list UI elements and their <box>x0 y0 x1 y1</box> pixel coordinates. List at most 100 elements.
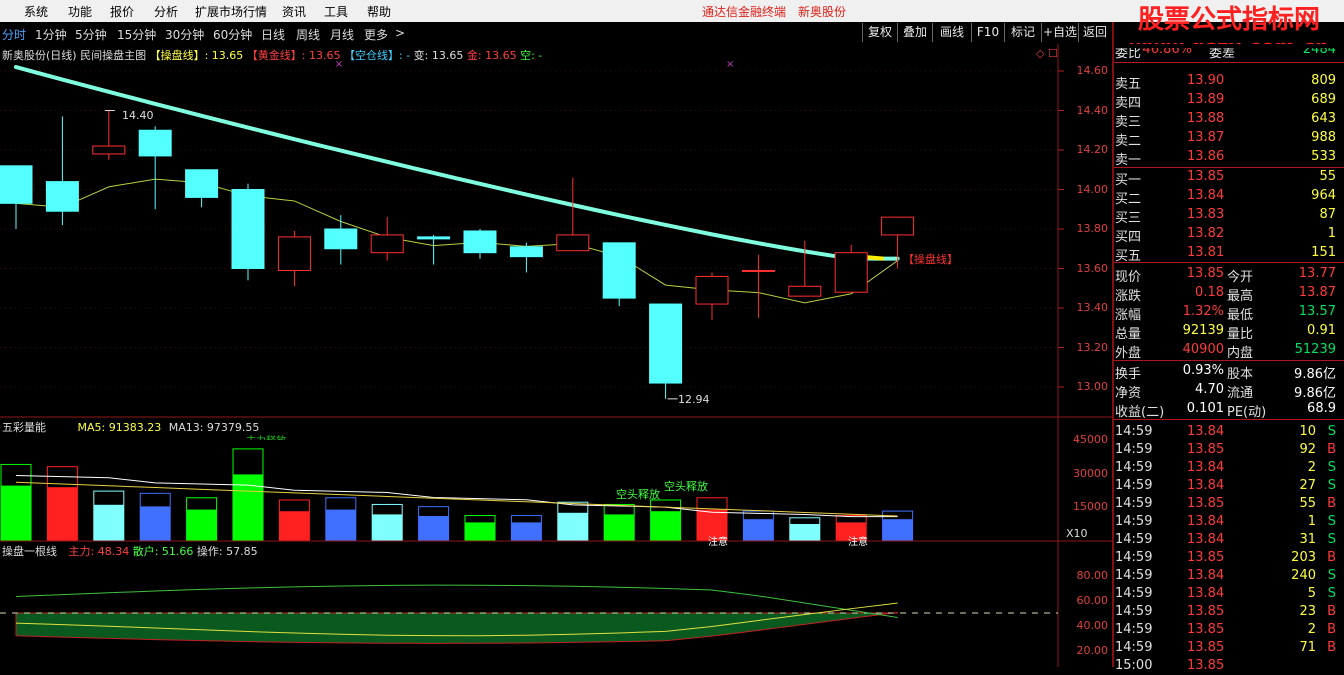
sell-level-row[interactable]: 卖四 13.89 689 <box>1112 91 1344 111</box>
caopan-line <box>14 65 900 261</box>
tick-row[interactable]: 14:59 13.84 10 S <box>1112 423 1344 441</box>
buy-level-row[interactable]: 买四 13.82 1 <box>1112 225 1344 245</box>
tab-weekly[interactable]: 周线 <box>296 26 320 43</box>
menu-news[interactable]: 资讯 <box>282 3 306 20</box>
overlay-button[interactable]: 叠加 <box>897 23 932 42</box>
tick-direction: S <box>1327 532 1336 547</box>
buy-level-row[interactable]: 买五 13.81 151 <box>1112 244 1344 264</box>
candle-body <box>741 269 775 272</box>
buy-level-volume: 964 <box>1311 188 1336 203</box>
chart-area[interactable]: × × 新奥股份(日线) 民间操盘主图 【操盘线】: 13.65 【黄金线】: 1… <box>0 44 1112 667</box>
volume-bar <box>372 514 403 540</box>
quote-row: 现价 13.85 今开 13.77 <box>1112 265 1344 285</box>
tick-direction: S <box>1327 460 1336 475</box>
candle-body <box>92 145 126 155</box>
tab-daily[interactable]: 日线 <box>261 26 285 43</box>
menu-function[interactable]: 功能 <box>68 3 92 20</box>
tick-row[interactable]: 14:59 13.84 240 S <box>1112 567 1344 585</box>
tick-row[interactable]: 14:59 13.84 27 S <box>1112 477 1344 495</box>
price-tick: 13.60 <box>1076 262 1109 275</box>
menu-system[interactable]: 系统 <box>24 3 48 20</box>
quote-row: 外盘 40900 内盘 51239 <box>1112 341 1344 361</box>
tick-row[interactable]: 14:59 13.84 2 S <box>1112 459 1344 477</box>
tab-5min[interactable]: 5分钟 <box>75 26 107 43</box>
panel-divider[interactable] <box>1112 22 1114 667</box>
tick-row[interactable]: 14:59 13.85 203 B <box>1112 549 1344 567</box>
sell-level-row[interactable]: 卖一 13.86 533 <box>1112 148 1344 168</box>
quote-row: 总量 92139 量比 0.91 <box>1112 322 1344 342</box>
tab-timeshare[interactable]: 分时 <box>2 26 26 43</box>
mark-button[interactable]: 标记 <box>1004 23 1041 42</box>
tick-time: 14:59 <box>1115 514 1153 529</box>
tick-row[interactable]: 14:59 13.85 55 B <box>1112 495 1344 513</box>
cp-tick: 80.00 <box>1076 569 1109 582</box>
sell-level-row[interactable]: 卖五 13.90 809 <box>1112 72 1344 92</box>
volume-bar <box>1 485 31 540</box>
sell-level-row[interactable]: 卖二 13.87 988 <box>1112 129 1344 149</box>
tick-row[interactable]: 14:59 13.84 5 S <box>1112 585 1344 603</box>
sell-level-row[interactable]: 卖三 13.88 643 <box>1112 110 1344 130</box>
candle-body <box>45 181 79 212</box>
tick-row[interactable]: 14:59 13.85 71 B <box>1112 639 1344 657</box>
huangjin-value: 【黄金线】: 13.65 <box>246 49 341 62</box>
quote-value: 13.57 <box>1298 304 1336 319</box>
volume-bar <box>465 522 495 540</box>
tab-30min[interactable]: 30分钟 <box>165 26 204 43</box>
menu-analysis[interactable]: 分析 <box>154 3 178 20</box>
tick-row[interactable]: 15:00 13.85 <box>1112 657 1344 675</box>
price-tick: 13.80 <box>1076 222 1109 235</box>
candle-body <box>602 242 636 299</box>
tab-60min[interactable]: 60分钟 <box>213 26 252 43</box>
menu-tools[interactable]: 工具 <box>324 3 348 20</box>
buy-level-row[interactable]: 买三 13.83 87 <box>1112 206 1344 226</box>
tab-next-icon[interactable]: > <box>395 26 405 40</box>
candle-body <box>185 169 219 198</box>
tick-row[interactable]: 14:59 13.84 1 S <box>1112 513 1344 531</box>
panel-controls-icon[interactable]: ◇ ☐ <box>1036 47 1058 60</box>
menu-help[interactable]: 帮助 <box>367 3 391 20</box>
candlestick-chart[interactable]: × × <box>0 44 1112 667</box>
menu-extended-market[interactable]: 扩展市场行情 <box>195 3 267 20</box>
tick-time: 14:59 <box>1115 424 1153 439</box>
volume-unit: X10 <box>1066 527 1088 540</box>
tab-1min[interactable]: 1分钟 <box>35 26 67 43</box>
buy-level-price: 13.85 <box>1187 169 1225 184</box>
price-tick: 14.40 <box>1076 104 1109 117</box>
menu-quote[interactable]: 报价 <box>110 3 134 20</box>
tab-monthly[interactable]: 月线 <box>330 26 354 43</box>
volume-bar <box>511 522 542 540</box>
tick-row[interactable]: 14:59 13.85 23 B <box>1112 603 1344 621</box>
tick-direction: S <box>1327 586 1336 601</box>
volume-signal-label: 注意 <box>848 537 868 548</box>
ma5-value: MA5: 91383.23 <box>77 421 162 434</box>
back-button[interactable]: 返回 <box>1078 23 1111 42</box>
sell-level-price: 13.88 <box>1187 111 1225 126</box>
tab-15min[interactable]: 15分钟 <box>117 26 156 43</box>
add-watchlist-button[interactable]: +自选 <box>1041 23 1078 42</box>
finance-label: 净资 <box>1115 386 1142 401</box>
buy-level-row[interactable]: 买二 13.84 964 <box>1112 187 1344 207</box>
order-ratio-row: 委比 46.86% 委差 2484 <box>1112 48 1344 62</box>
volume-bar <box>604 514 635 540</box>
tick-price: 13.84 <box>1187 478 1225 493</box>
tick-time: 14:59 <box>1115 604 1153 619</box>
buy-level-row[interactable]: 买一 13.85 55 <box>1112 168 1344 188</box>
buy-level-volume: 87 <box>1319 207 1336 222</box>
fuquan-button[interactable]: 复权 <box>862 23 897 42</box>
sell-level-label: 卖二 <box>1115 134 1142 149</box>
tick-row[interactable]: 14:59 13.85 92 B <box>1112 441 1344 459</box>
tick-row[interactable]: 14:59 13.84 31 S <box>1112 531 1344 549</box>
high-annotation: 14.40 <box>122 109 154 122</box>
quote-label: 今开 <box>1227 270 1254 285</box>
buy-level-label: 买四 <box>1115 230 1142 245</box>
low-annotation: 12.94 <box>678 393 710 406</box>
tick-row[interactable]: 14:59 13.85 2 B <box>1112 621 1344 639</box>
main-indicator-info: 新奥股份(日线) 民间操盘主图 【操盘线】: 13.65 【黄金线】: 13.6… <box>2 47 542 63</box>
tick-time: 14:59 <box>1115 640 1153 655</box>
tab-more[interactable]: 更多 <box>364 26 388 43</box>
quote-label: 涨跌 <box>1115 289 1142 304</box>
caopan-value: 【操盘线】: 13.65 <box>149 49 244 62</box>
f10-button[interactable]: F10 <box>971 23 1004 42</box>
quote-label: 最高 <box>1227 289 1254 304</box>
draw-line-button[interactable]: 画线 <box>932 23 971 42</box>
